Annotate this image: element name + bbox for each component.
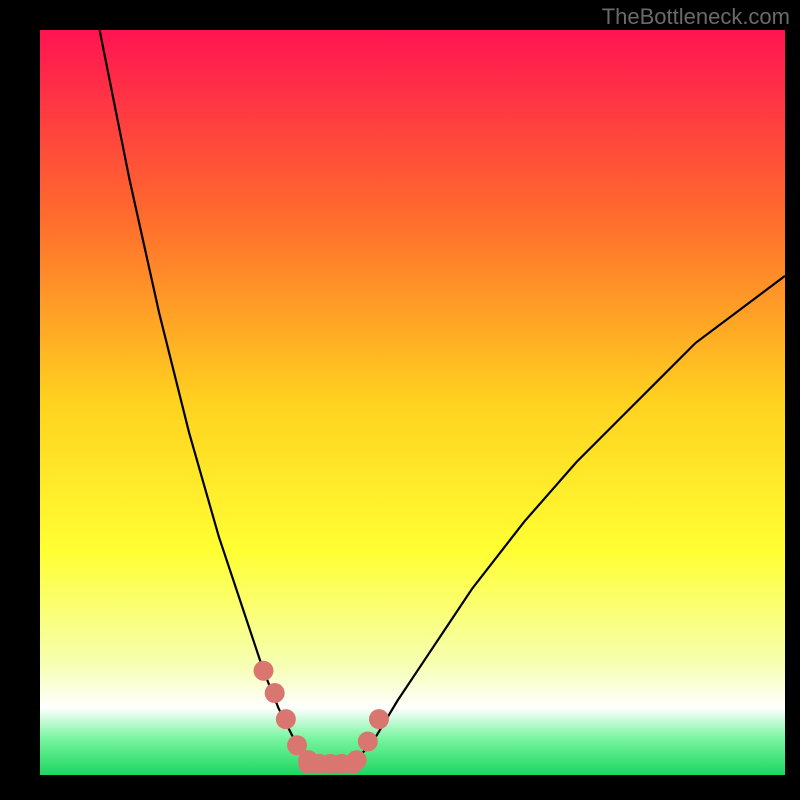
data-marker bbox=[265, 683, 285, 703]
plot-background bbox=[40, 30, 785, 775]
data-marker bbox=[347, 750, 367, 770]
data-marker bbox=[276, 709, 296, 729]
chart-container: TheBottleneck.com bbox=[0, 0, 800, 800]
bottleneck-chart bbox=[0, 0, 800, 800]
data-marker bbox=[369, 709, 389, 729]
data-marker bbox=[254, 661, 274, 681]
watermark-text: TheBottleneck.com bbox=[602, 4, 790, 30]
data-marker bbox=[358, 731, 378, 751]
